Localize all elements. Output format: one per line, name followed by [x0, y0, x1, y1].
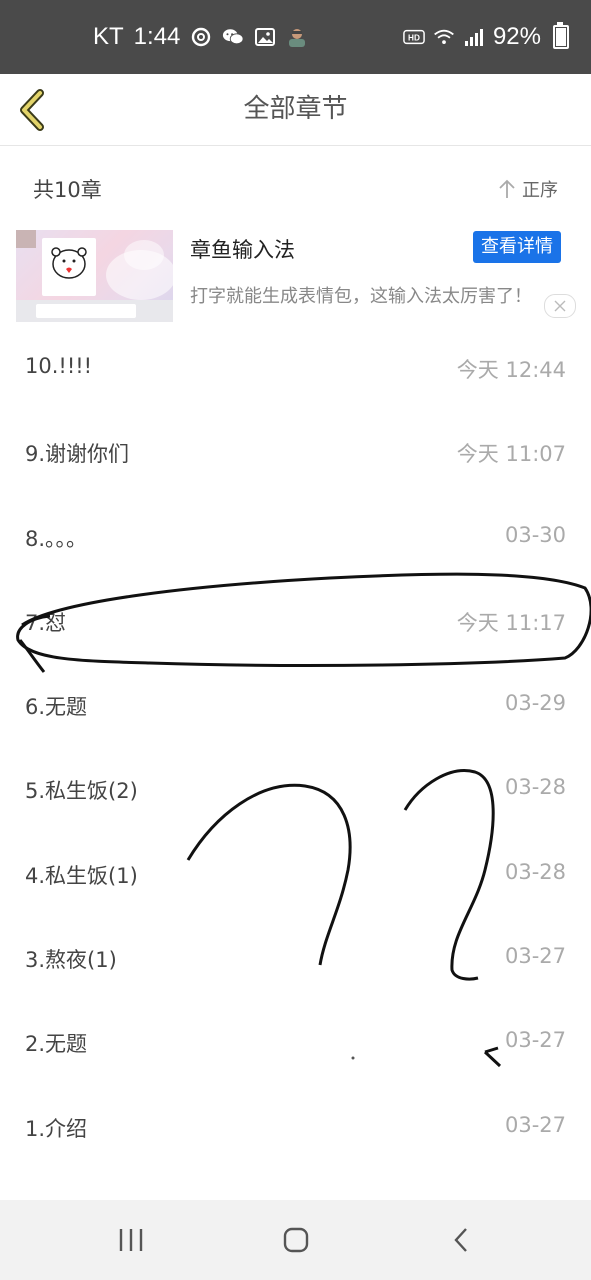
back-nav-button[interactable]	[436, 1220, 486, 1260]
keyboard-bar	[16, 300, 173, 322]
ad-description[interactable]: 打字就能生成表情包，这输入法太厉害了！	[190, 282, 532, 308]
ad-title[interactable]: 章鱼输入法	[190, 234, 295, 264]
chapter-row[interactable]: 2.无题 03-27	[0, 1000, 591, 1084]
chapter-title: 10.!!!!	[25, 354, 93, 378]
gallery-icon	[254, 26, 276, 48]
chapter-date: 03-30	[504, 522, 566, 547]
chapter-title: 4.私生饭(1)	[25, 863, 138, 888]
page-title: 全部章节	[243, 94, 348, 124]
hd-icon: HD	[403, 26, 425, 48]
chapter-date: 03-28	[504, 859, 566, 884]
chapter-date: 今天 11:17	[456, 610, 566, 635]
chapter-title: 3.熬夜(1)	[25, 948, 117, 973]
chapter-title: 2.无题	[25, 1032, 88, 1057]
chapter-row[interactable]: 5.私生饭(2) 03-28	[0, 747, 591, 831]
chapter-row[interactable]: 6.无题 03-29	[0, 663, 591, 747]
status-right: HD 92%	[403, 0, 569, 74]
sort-order-label: 正序	[522, 180, 558, 201]
signal-icon	[463, 26, 485, 48]
recents-icon	[119, 1229, 143, 1251]
view-details-button[interactable]: 查看详情	[473, 231, 561, 263]
chapter-title: 6.无题	[25, 695, 88, 720]
app-header: 全部章节	[0, 74, 591, 146]
status-left: KT 1:44	[93, 0, 308, 74]
ad-image[interactable]	[16, 230, 173, 322]
back-icon	[454, 1228, 467, 1252]
chapter-date: 今天 11:07	[456, 442, 566, 467]
chapter-count: 共10章	[33, 178, 102, 202]
chapter-title: 8.。。。	[25, 526, 88, 551]
chapter-title: 9.谢谢你们	[25, 442, 130, 467]
chapter-row[interactable]: 10.!!!! 今天 12:44	[0, 326, 591, 410]
chapter-title: 7.怼	[25, 610, 67, 635]
chapter-date: 03-27	[504, 944, 566, 969]
chapter-row[interactable]: 4.私生饭(1) 03-28	[0, 832, 591, 916]
ad-avatar	[16, 230, 36, 248]
recents-button[interactable]	[106, 1220, 156, 1260]
arrow-up-icon	[499, 179, 515, 198]
chapter-summary: 共10章 正序	[0, 158, 591, 218]
chapter-row[interactable]: 1.介绍 03-27	[0, 1085, 591, 1169]
ad-close-button[interactable]	[544, 294, 576, 318]
chapter-row[interactable]: 7.怼 今天 11:17	[0, 579, 591, 663]
chapter-row[interactable]: 8.。。。 03-30	[0, 495, 591, 579]
chapter-date: 03-28	[504, 775, 566, 800]
chapter-date: 03-27	[504, 1112, 566, 1137]
status-bar: KT 1:44 HD 92%	[0, 0, 591, 74]
carrier-label: KT	[93, 23, 124, 50]
home-icon	[283, 1227, 309, 1253]
bear-sticker	[42, 238, 96, 296]
home-button[interactable]	[271, 1220, 321, 1260]
netease-music-icon	[190, 26, 212, 48]
wechat-icon	[222, 26, 244, 48]
cloud-decoration	[124, 240, 164, 270]
chapter-date: 今天 12:44	[456, 358, 566, 382]
avatar-icon	[286, 26, 308, 48]
system-nav-bar	[0, 1200, 591, 1280]
chapter-title: 5.私生饭(2)	[25, 779, 138, 804]
chapter-list: 10.!!!! 今天 12:44 9.谢谢你们 今天 11:07 8.。。。 03-30 7…	[0, 326, 591, 1169]
ad-banner[interactable]: 章鱼输入法 查看详情 打字就能生成表情包，这输入法太厉害了！	[16, 226, 576, 326]
clock: 1:44	[133, 23, 181, 50]
chapter-date: 03-27	[504, 1028, 566, 1053]
keyboard-input	[36, 304, 136, 318]
chapter-row[interactable]: 9.谢谢你们 今天 11:07	[0, 410, 591, 494]
svg-text:HD: HD	[408, 34, 420, 43]
battery-percent: 92%	[492, 23, 541, 50]
chapter-date: 03-29	[504, 691, 566, 716]
chapter-title: 1.介绍	[25, 1116, 88, 1141]
chapter-row[interactable]: 3.熬夜(1) 03-27	[0, 916, 591, 1000]
close-icon	[554, 300, 566, 312]
wifi-icon	[433, 26, 455, 48]
battery-icon	[553, 22, 569, 49]
sort-order-button[interactable]: 正序	[498, 176, 558, 202]
